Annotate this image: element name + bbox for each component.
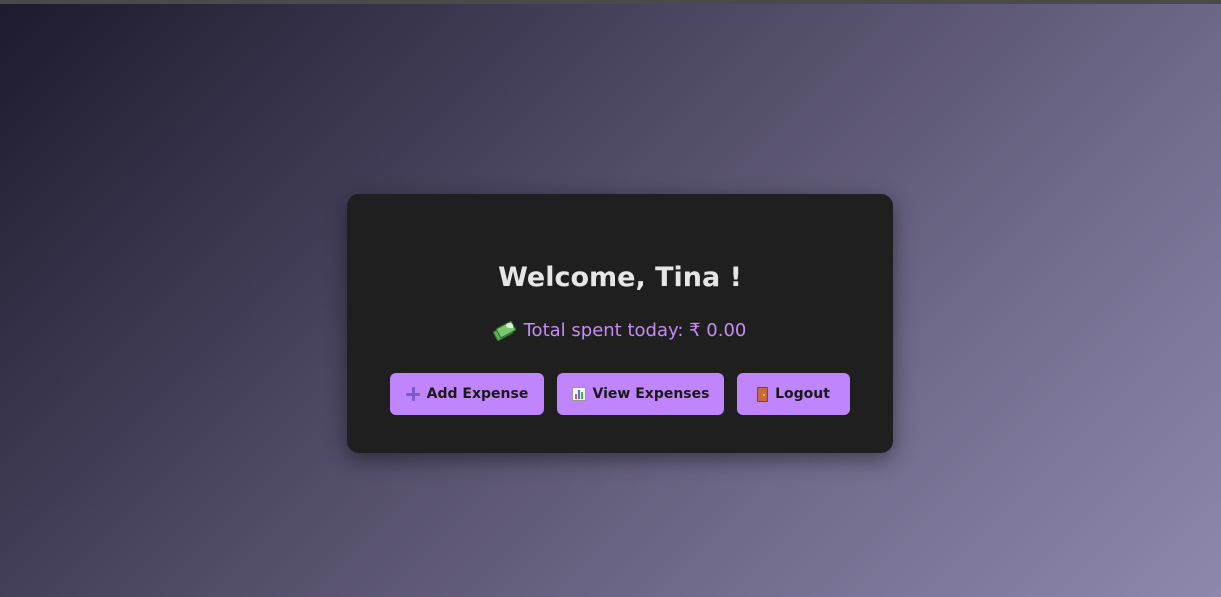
daily-total-summary: Total spent today: ₹ 0.00 bbox=[347, 318, 893, 344]
window-top-border bbox=[0, 0, 1221, 4]
add-expense-label: Add Expense bbox=[426, 386, 529, 402]
logout-button[interactable]: Logout bbox=[737, 373, 850, 415]
view-expenses-button[interactable]: View Expenses bbox=[557, 373, 724, 415]
dashboard-card: Welcome, Tina ! Total spent today: ₹ 0.0… bbox=[347, 194, 893, 453]
view-expenses-label: View Expenses bbox=[592, 386, 710, 402]
logout-label: Logout bbox=[775, 386, 830, 402]
door-icon bbox=[757, 386, 769, 402]
money-with-wings-icon bbox=[492, 320, 517, 342]
bar-chart-icon bbox=[571, 387, 586, 401]
welcome-title: Welcome, Tina ! bbox=[498, 262, 742, 293]
daily-total-text: Total spent today: ₹ 0.00 bbox=[523, 320, 747, 341]
plus-icon bbox=[405, 387, 420, 401]
action-buttons: Add Expense View Expenses Logout bbox=[347, 373, 893, 415]
add-expense-button[interactable]: Add Expense bbox=[390, 373, 544, 415]
